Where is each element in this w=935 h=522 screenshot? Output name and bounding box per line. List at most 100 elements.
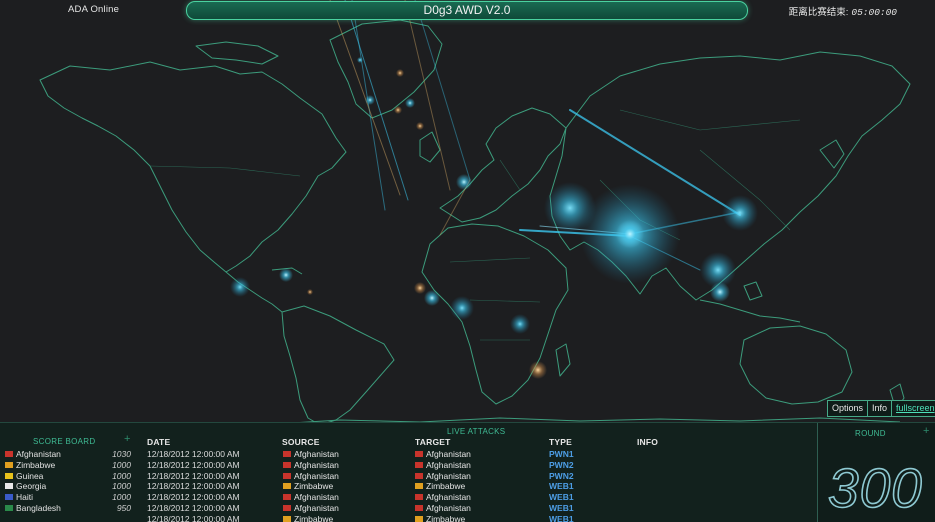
flag-icon (415, 505, 423, 511)
attack-source-text: Afghanistan (294, 449, 339, 459)
attack-date: 12/18/2012 12:00:00 AM (147, 514, 240, 522)
attack-target: Zimbabwe (415, 481, 465, 492)
column-header-type: TYPE (549, 437, 573, 447)
south-america-outline (281, 305, 395, 425)
scoreboard-score: 1000 (112, 492, 131, 503)
scoreboard-expand-icon[interactable]: + (124, 433, 130, 445)
attack-date-text: 12/18/2012 12:00:00 AM (147, 470, 240, 481)
map-controls: Options Info fullscreen (827, 400, 935, 417)
flag-icon (5, 461, 13, 468)
options-button[interactable]: Options (827, 400, 869, 417)
scoreboard-country: Bangladesh (16, 502, 61, 513)
scoreboard-country: Georgia (16, 481, 47, 492)
column-header-date: DATE (147, 437, 171, 447)
flag-icon (5, 494, 13, 501)
africa-outline (421, 223, 569, 405)
fullscreen-button[interactable]: fullscreen (891, 400, 935, 417)
attack-date: 12/18/2012 12:00:00 AM (147, 481, 240, 492)
country-borders (149, 109, 801, 341)
flag-icon (283, 515, 291, 522)
hotspot-haiti (230, 277, 250, 297)
scoreboard-row[interactable]: Georgia 1000 (5, 481, 131, 492)
attack-date: 12/18/2012 12:00:00 AM (147, 492, 240, 503)
hotspot-zimbabwe (529, 361, 547, 379)
round-expand-icon[interactable]: + (923, 425, 929, 437)
attack-type-link[interactable]: PWN1 (549, 449, 574, 460)
attack-date-text: 12/18/2012 12:00:00 AM (147, 492, 240, 503)
countdown-label: 距离比赛结束: (788, 7, 849, 18)
attack-target-text: Afghanistan (426, 449, 471, 459)
flag-icon (283, 505, 291, 511)
info-button[interactable]: Info (867, 400, 893, 417)
attack-date-text: 12/18/2012 12:00:00 AM (147, 449, 240, 459)
attack-source: Afghanistan (283, 471, 339, 482)
attack-source: Zimbabwe (283, 481, 333, 492)
attack-date-text: 12/18/2012 12:00:00 AM (147, 459, 240, 470)
attack-target: Afghanistan (415, 503, 471, 514)
scoreboard-row[interactable]: Afghanistan 1030 (5, 449, 131, 460)
attack-date-text: 12/18/2012 12:00:00 AM (147, 481, 240, 492)
australia-outline (739, 325, 853, 405)
attack-source-text: Afghanistan (294, 470, 339, 481)
attack-type-link[interactable]: PWN2 (549, 471, 574, 482)
flag-icon (283, 472, 291, 479)
attack-target-text: Zimbabwe (426, 513, 466, 522)
flag-icon (415, 451, 423, 457)
attack-source: Afghanistan (283, 460, 339, 471)
continent-outlines (39, 19, 911, 425)
flag-icon (415, 515, 423, 522)
attack-type-link-text: PWN1 (549, 449, 574, 459)
attack-target: Zimbabwe (415, 514, 465, 522)
attack-type-link-text: PWN2 (549, 470, 574, 481)
live-attacks-title: LIVE ATTACKS (447, 427, 506, 436)
hotspot-guinea (450, 296, 474, 320)
bottom-panel: LIVE ATTACKS SCORE BOARD + Afghanistan 10… (0, 422, 935, 522)
attack-type-link[interactable]: WEB1 (549, 481, 574, 492)
countdown-time: 05:00:00 (851, 7, 897, 18)
flag-icon (5, 472, 13, 479)
attack-target-text: Afghanistan (426, 470, 471, 481)
attack-type-link[interactable]: WEB1 (549, 503, 574, 514)
attack-target: Afghanistan (415, 449, 471, 460)
flag-icon (415, 483, 423, 490)
brand-label: ADA Online (68, 4, 120, 15)
attack-type-link-text: WEB1 (549, 492, 574, 503)
scoreboard-country: Haiti (16, 492, 34, 503)
attack-type-link[interactable]: WEB1 (549, 514, 574, 522)
page-title: D0g3 AWD V2.0 (186, 1, 748, 20)
attack-target: Afghanistan (415, 460, 471, 471)
world-map-svg (39, 0, 911, 425)
attack-source: Afghanistan (283, 503, 339, 514)
scoreboard-score: 1000 (112, 470, 131, 481)
attack-type-link-text: PWN2 (549, 459, 574, 470)
flag-icon (5, 451, 13, 457)
scoreboard-score: 950 (116, 502, 131, 513)
attack-type-link-text: WEB1 (549, 503, 574, 513)
scoreboard-list: Afghanistan 1030 Zimbabwe 1000 Guinea 1000 Geo… (5, 449, 131, 514)
attack-type-link[interactable]: PWN2 (549, 460, 574, 471)
attack-source-text: Zimbabwe (294, 513, 334, 522)
scoreboard-row[interactable]: Guinea 1000 (5, 471, 131, 482)
world-attack-map[interactable]: ADA Online D0g3 AWD V2.0 距离比赛结束: 05:00:00… (0, 0, 935, 425)
hotspot-china (722, 195, 758, 231)
countdown: 距离比赛结束: 05:00:00 (789, 4, 897, 18)
scoreboard-row[interactable]: Bangladesh 950 (5, 503, 131, 514)
attack-target: Afghanistan (415, 471, 471, 482)
attack-source-text: Zimbabwe (294, 481, 334, 492)
attack-date: 12/18/2012 12:00:00 AM (147, 503, 240, 514)
flag-icon (415, 494, 423, 501)
column-header-target: TARGET (415, 437, 451, 447)
round-title: ROUND (855, 429, 886, 438)
flag-icon (283, 451, 291, 457)
scoreboard-row[interactable]: Zimbabwe 1000 (5, 460, 131, 471)
scoreboard-score: 1000 (112, 481, 131, 492)
scoreboard-row[interactable]: Haiti 1000 (5, 492, 131, 503)
column-header-source: SOURCE (282, 437, 320, 447)
scoreboard-country: Zimbabwe (16, 459, 56, 470)
attack-source-text: Afghanistan (294, 503, 339, 513)
attack-source: Afghanistan (283, 449, 339, 460)
attack-date-text: 12/18/2012 12:00:00 AM (147, 503, 240, 513)
flag-icon (415, 461, 423, 468)
flag-icon (415, 472, 423, 479)
attack-type-link[interactable]: WEB1 (549, 492, 574, 503)
